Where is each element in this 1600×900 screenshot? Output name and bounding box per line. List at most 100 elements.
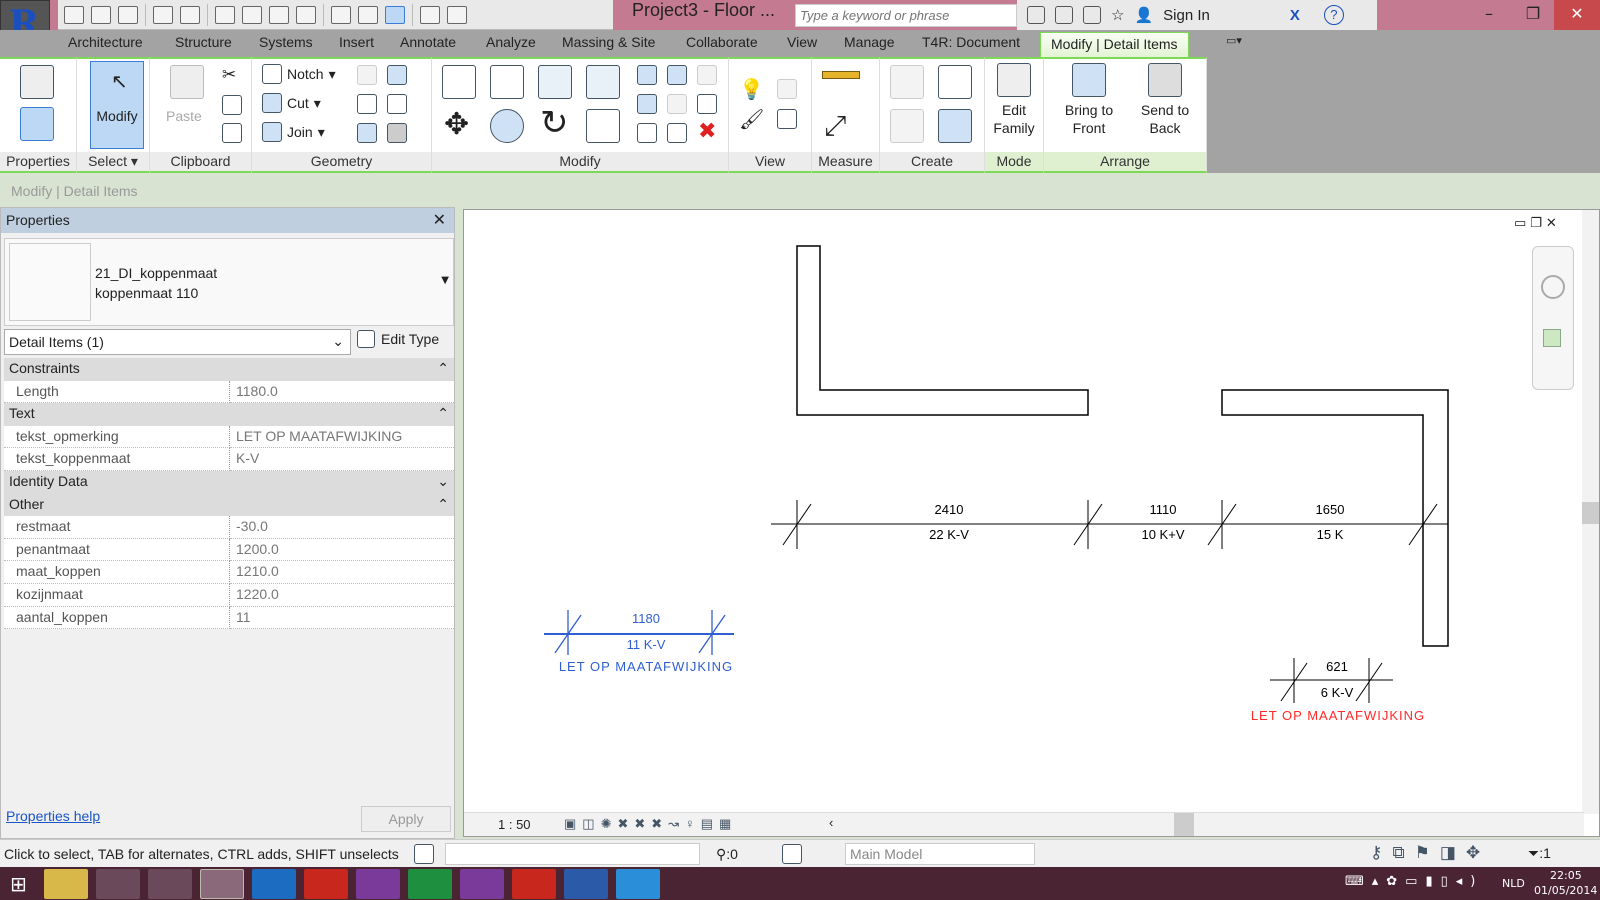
- select-dropdown[interactable]: Select ▾: [77, 152, 149, 171]
- close-button[interactable]: ✕: [1554, 0, 1600, 30]
- copy-element-icon[interactable]: [490, 109, 524, 143]
- property-row[interactable]: maat_koppen 1210.0: [4, 561, 454, 584]
- split-gap-icon[interactable]: [667, 65, 687, 85]
- star-icon[interactable]: ☆: [1111, 6, 1124, 24]
- trim-single-icon[interactable]: [637, 123, 657, 143]
- array-icon[interactable]: [637, 94, 657, 114]
- language-indicator[interactable]: NLD: [1502, 877, 1525, 890]
- internet-explorer-icon[interactable]: [616, 869, 660, 899]
- create-assembly-icon[interactable]: [890, 65, 924, 99]
- measure-icon[interactable]: [215, 5, 235, 24]
- tray-icons[interactable]: ⌨▴✿▭▮▯◂): [1345, 874, 1483, 889]
- editing-requests[interactable]: ⚲:0: [716, 846, 738, 863]
- join-button[interactable]: Join ▾: [262, 122, 325, 142]
- search-input[interactable]: [795, 4, 1017, 27]
- hammer-icon[interactable]: [387, 123, 407, 143]
- demolish-icon[interactable]: [387, 94, 407, 114]
- store-icon[interactable]: [408, 869, 452, 899]
- property-row[interactable]: aantal_koppen 11: [4, 606, 454, 630]
- property-row[interactable]: restmaat -30.0: [4, 516, 454, 539]
- help-icon[interactable]: ?: [1323, 5, 1344, 25]
- offset-icon[interactable]: [490, 65, 524, 99]
- tab-modify-detail-items[interactable]: Modify | Detail Items: [1040, 32, 1189, 57]
- apply-button[interactable]: Apply: [361, 806, 451, 832]
- sync-icon[interactable]: [118, 5, 138, 24]
- group-other[interactable]: Other ⌃: [4, 493, 454, 517]
- notch-button[interactable]: Notch ▾: [262, 64, 336, 84]
- drawing-view[interactable]: 2410 22 K-V 1110 10 K+V 1650 15 K 1180 1…: [463, 209, 1600, 837]
- section-icon[interactable]: [358, 5, 378, 24]
- onenote-2-icon[interactable]: [460, 869, 504, 899]
- restore-button[interactable]: ❐: [1510, 0, 1556, 30]
- tab-systems[interactable]: Systems: [259, 34, 313, 50]
- chevron-down-icon[interactable]: ▼: [441, 275, 449, 286]
- tab-structure[interactable]: Structure: [175, 34, 232, 50]
- clock-date[interactable]: 01/05/2014: [1534, 884, 1597, 897]
- override-graphics-icon[interactable]: [777, 79, 797, 99]
- tab-analyze[interactable]: Analyze: [486, 34, 536, 50]
- property-row[interactable]: tekst_koppenmaat K-V: [4, 448, 454, 471]
- create-similar-icon[interactable]: [938, 109, 972, 143]
- save-icon[interactable]: [91, 5, 111, 24]
- property-row[interactable]: tekst_opmerking LET OP MAATAFWIJKING: [4, 425, 454, 449]
- close-icon[interactable]: ✕: [433, 210, 446, 230]
- binoculars-icon[interactable]: [1027, 6, 1045, 24]
- property-row[interactable]: Length 1180.0: [4, 380, 454, 404]
- onenote-icon[interactable]: [356, 869, 400, 899]
- edit-family-button[interactable]: Edit Family: [991, 63, 1037, 137]
- windows-start-icon[interactable]: ⊞: [10, 872, 27, 896]
- match-properties-icon[interactable]: [222, 123, 242, 143]
- scale-icon[interactable]: [667, 94, 687, 114]
- minimize-ribbon-icon[interactable]: ▭▾: [1226, 34, 1242, 47]
- horizontal-scrollbar[interactable]: [844, 813, 1584, 836]
- copy-icon[interactable]: [222, 95, 242, 115]
- view-control-icons[interactable]: ▣◫✺✖✖✖↝♀▤▦: [564, 816, 737, 832]
- type-selector[interactable]: 21_DI_koppenmaat koppenmaat 110 ▼: [4, 238, 454, 326]
- tab-collaborate[interactable]: Collaborate: [686, 34, 758, 50]
- mirror-draw-axis-icon[interactable]: [586, 65, 620, 99]
- explorer-icon[interactable]: [44, 869, 88, 899]
- aligned-dimension-icon[interactable]: ⤢: [824, 109, 846, 143]
- steering-wheel-icon[interactable]: [1541, 275, 1565, 299]
- tab-architecture[interactable]: Architecture: [68, 34, 143, 50]
- join-roof-icon[interactable]: [357, 94, 377, 114]
- scroll-left-icon[interactable]: ‹: [829, 815, 833, 830]
- instance-filter-dropdown[interactable]: Detail Items (1) ⌄: [4, 329, 351, 355]
- move-icon[interactable]: ✥: [444, 107, 469, 142]
- property-row[interactable]: penantmaat 1200.0: [4, 538, 454, 562]
- bring-to-front-button[interactable]: Bring to Front: [1056, 63, 1122, 137]
- split-element-icon[interactable]: [637, 65, 657, 85]
- tab-t4r-document[interactable]: T4R: Document: [922, 34, 1020, 50]
- edit-type-button[interactable]: Edit Type: [357, 330, 439, 348]
- vertical-scrollbar[interactable]: [1582, 210, 1599, 814]
- unpin-icon[interactable]: [697, 65, 717, 85]
- paste-button[interactable]: Paste: [166, 107, 202, 125]
- worksets-icon[interactable]: [414, 844, 434, 864]
- properties-help-link[interactable]: Properties help: [6, 808, 100, 824]
- switch-windows-icon[interactable]: [447, 5, 467, 24]
- wall-joins-icon[interactable]: [357, 65, 377, 85]
- 3d-view-icon[interactable]: [331, 5, 351, 24]
- thin-lines-icon[interactable]: [385, 5, 405, 24]
- tag-icon[interactable]: [269, 5, 289, 24]
- align-icon[interactable]: [442, 65, 476, 99]
- split-face-icon[interactable]: [387, 65, 407, 85]
- clock-time[interactable]: 22:05: [1550, 869, 1582, 882]
- view-window-controls[interactable]: ▭❐✕: [1514, 216, 1561, 231]
- mirror-pick-axis-icon[interactable]: [538, 65, 572, 99]
- aligned-dimension-icon[interactable]: [242, 5, 262, 24]
- scale-button[interactable]: 1 : 50: [498, 817, 531, 832]
- trim-extend-icon[interactable]: [586, 109, 620, 143]
- group-text[interactable]: Text ⌃: [4, 403, 454, 426]
- acrobat-icon[interactable]: [304, 869, 348, 899]
- cut-icon[interactable]: ✂: [222, 65, 236, 85]
- rotate-icon[interactable]: ↻: [540, 103, 569, 143]
- app-icon[interactable]: [96, 869, 140, 899]
- exchange-apps-icon[interactable]: X: [1290, 7, 1300, 24]
- hide-in-view-icon[interactable]: 💡: [739, 77, 764, 101]
- key-icon[interactable]: [1055, 6, 1073, 24]
- tab-view[interactable]: View: [787, 34, 817, 50]
- workset-dropdown[interactable]: [445, 843, 700, 865]
- group-constraints[interactable]: Constraints ⌃: [4, 358, 454, 381]
- zoom-region-icon[interactable]: [1543, 329, 1561, 347]
